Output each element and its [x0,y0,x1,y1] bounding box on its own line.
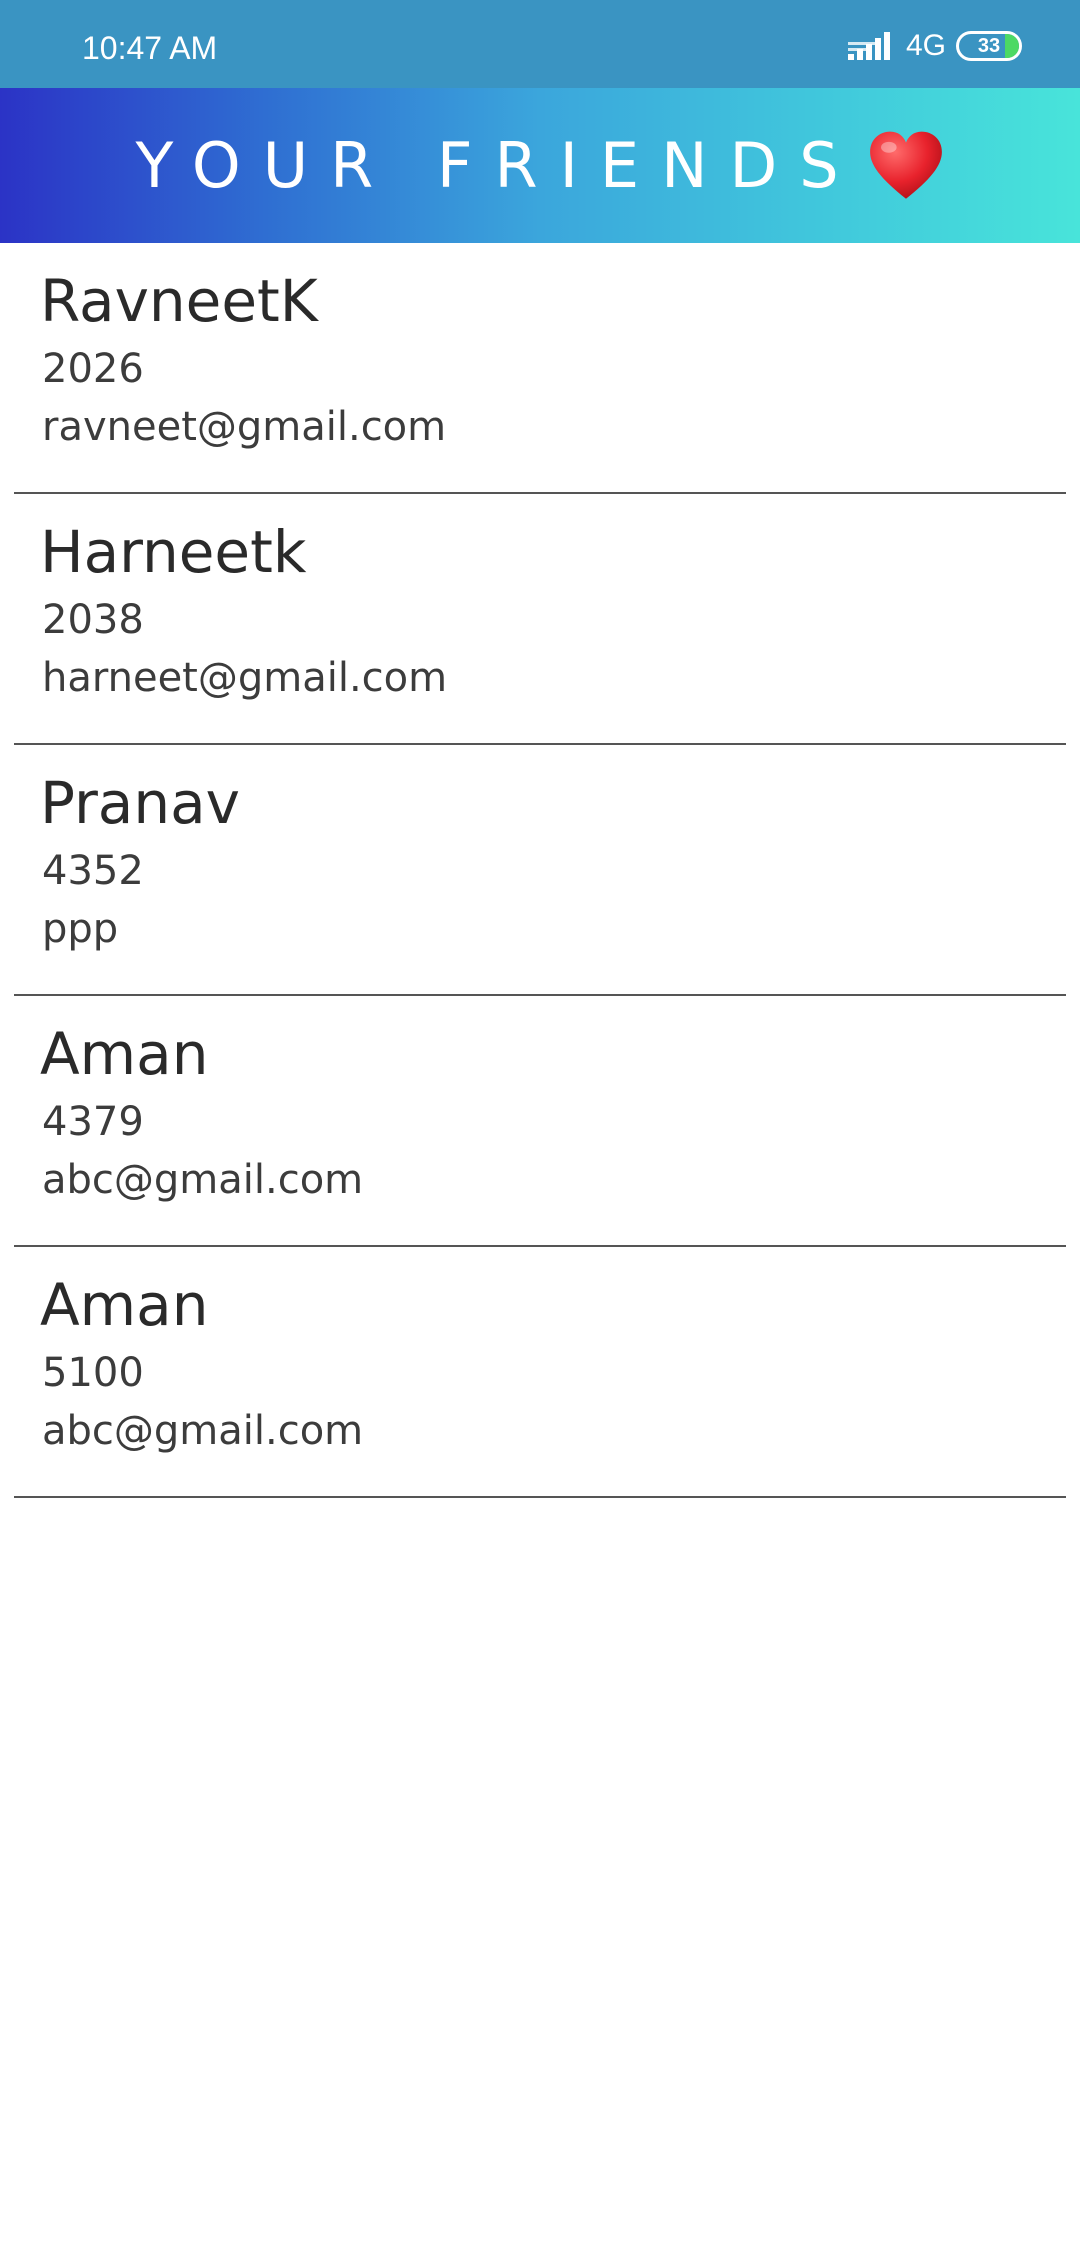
friend-id: 4379 [42,1099,144,1145]
friend-email: ravneet@gmail.com [42,404,447,450]
status-indicators: 4G 33 [847,26,1022,66]
friend-id: 5100 [42,1350,144,1396]
list-item[interactable]: Harneetk 2038 harneet@gmail.com [14,494,1066,745]
page-title: YOUR FRIENDS [135,129,861,202]
list-item[interactable]: Aman 4379 abc@gmail.com [14,996,1066,1247]
header-banner: YOUR FRIENDS [0,88,1080,243]
friend-name: Aman [40,1020,209,1088]
friend-email: abc@gmail.com [42,1408,364,1454]
battery-icon: 33 [956,31,1022,61]
network-label: 4G [905,29,946,62]
friend-id: 2026 [42,346,144,392]
friend-name: Aman [40,1271,209,1339]
friend-email: harneet@gmail.com [42,655,448,701]
battery-level: 33 [977,34,1001,57]
friend-id: 2038 [42,597,144,643]
battery-fill [1005,34,1019,58]
friend-name: RavneetK [40,267,318,335]
friend-email: ppp [42,906,119,952]
status-bar: 10:47 AM 4G 33 [0,0,1080,88]
list-item[interactable]: RavneetK 2026 ravneet@gmail.com [14,243,1066,494]
list-item[interactable]: Pranav 4352 ppp [14,745,1066,996]
signal-icon [847,32,890,60]
status-time: 10:47 AM [82,30,218,66]
friend-email: abc@gmail.com [42,1157,364,1203]
list-item[interactable]: Aman 5100 abc@gmail.com [14,1247,1066,1498]
heart-icon [869,131,942,199]
friend-name: Harneetk [40,518,307,586]
friend-name: Pranav [40,769,240,837]
friend-id: 4352 [42,848,144,894]
friends-list: RavneetK 2026 ravneet@gmail.com Harneetk… [14,243,1066,1498]
